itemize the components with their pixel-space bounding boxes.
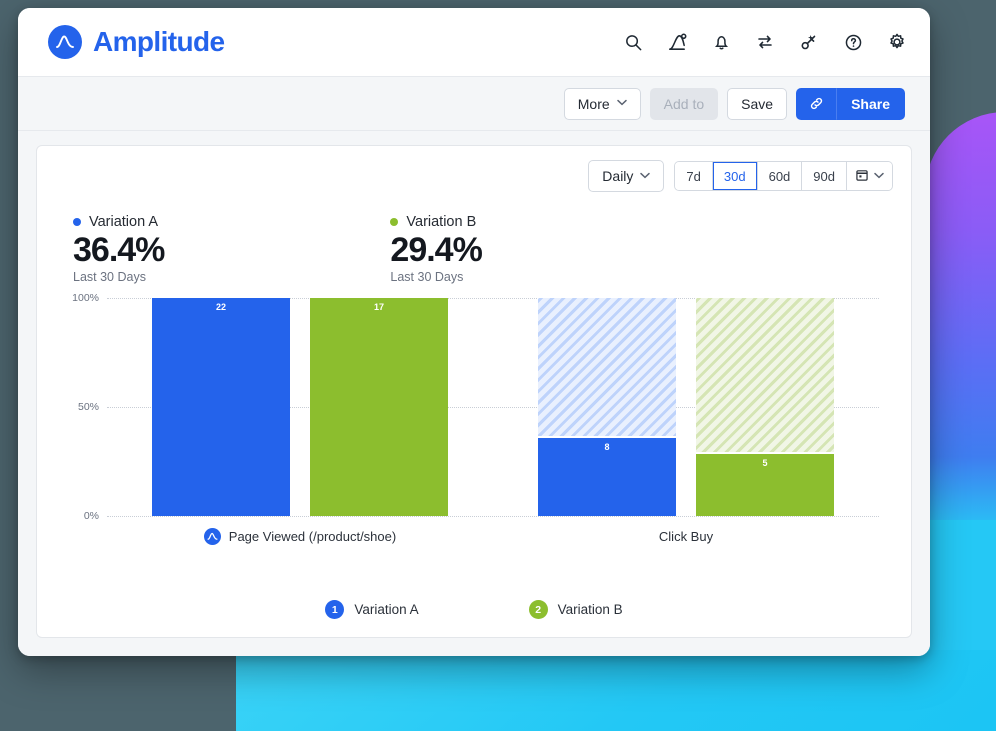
gridline-0 xyxy=(107,515,879,517)
variation-a-value: 36.4% xyxy=(73,231,165,269)
range-60d[interactable]: 60d xyxy=(757,162,803,190)
chart-legend: 1 Variation A 2 Variation B xyxy=(55,600,893,627)
bar-label-b-page-viewed: 17 xyxy=(373,301,384,312)
variation-a-name: Variation A xyxy=(89,214,159,230)
add-to-button[interactable]: Add to xyxy=(649,87,719,120)
range-7d[interactable]: 7d xyxy=(675,162,713,190)
analytics-chart-icon[interactable] xyxy=(666,31,688,53)
decorative-gradient-pill xyxy=(925,112,996,532)
search-icon[interactable] xyxy=(622,31,644,53)
brand-logo[interactable]: Amplitude xyxy=(48,25,225,59)
bar-label-a-page-viewed: 22 xyxy=(215,301,226,312)
interval-dropdown-label: Daily xyxy=(602,168,634,184)
decorative-cyan-shape xyxy=(236,650,996,731)
swap-arrows-icon[interactable] xyxy=(754,31,776,53)
link-chain-icon[interactable] xyxy=(796,87,837,120)
stat-variation-a: Variation A 36.4% Last 30 Days xyxy=(73,214,165,284)
x-label-click-buy: Click Buy xyxy=(493,528,879,545)
bar-col-a-page-viewed: 22 xyxy=(152,297,290,516)
bar-label-a-click-buy: 8 xyxy=(604,442,610,453)
legend-badge-2: 2 xyxy=(528,600,548,619)
brand-name: Amplitude xyxy=(93,26,225,57)
share-button-label: Share xyxy=(851,95,890,112)
save-button-label: Save xyxy=(741,95,774,112)
share-button[interactable]: Share xyxy=(836,87,905,120)
nav-icon-group xyxy=(622,31,908,53)
range-90d[interactable]: 90d xyxy=(802,162,847,190)
ytick-0: 0% xyxy=(83,509,99,522)
save-button[interactable]: Save xyxy=(727,87,788,120)
amplitude-logo-icon xyxy=(48,25,82,59)
bar-group-click-buy: 8 5 xyxy=(493,297,879,516)
range-30d[interactable]: 30d xyxy=(712,162,758,190)
action-toolbar: More Add to Save Share xyxy=(18,76,930,131)
variation-a-color-dot xyxy=(73,218,81,226)
ytick-50: 50% xyxy=(77,400,99,413)
bar-label-b-click-buy: 5 xyxy=(762,457,768,468)
variation-a-period: Last 30 Days xyxy=(73,269,146,284)
bar-group-page-viewed: 22 17 xyxy=(107,297,493,516)
variation-b-period: Last 30 Days xyxy=(390,269,464,284)
variation-b-color-dot xyxy=(390,218,399,226)
bar-a-page-viewed[interactable]: 22 xyxy=(152,297,290,516)
legend-item-variation-a[interactable]: 1 Variation A xyxy=(325,600,419,619)
ytick-100: 100% xyxy=(72,291,99,304)
stat-b-header: Variation B xyxy=(390,214,481,230)
bar-col-a-click-buy: 8 xyxy=(538,297,676,516)
stat-a-header: Variation A xyxy=(73,214,164,230)
app-window: Amplitude More Add to Save Share Daily 7… xyxy=(18,8,930,656)
calendar-picker-button[interactable] xyxy=(847,162,892,190)
variation-b-value: 29.4% xyxy=(390,231,482,269)
share-split-button: Share xyxy=(796,87,905,120)
more-button-label: More xyxy=(577,95,610,112)
bar-col-b-page-viewed: 17 xyxy=(310,297,448,516)
bar-b-page-viewed[interactable]: 17 xyxy=(310,297,448,516)
stat-variation-b: Variation B 29.4% Last 30 Days xyxy=(390,214,483,284)
legend-label-variation-b: Variation B xyxy=(557,602,623,617)
gear-settings-icon[interactable] xyxy=(886,31,908,53)
x-label-page-viewed-text: Page Viewed (/product/shoe) xyxy=(228,528,397,544)
chart-card: Daily 7d 30d 60d 90d Variation A 36.4% L… xyxy=(36,145,912,638)
bar-b-click-buy[interactable]: 5 xyxy=(696,451,834,516)
x-axis-labels: Page Viewed (/product/shoe) Click Buy xyxy=(55,527,893,545)
bar-a-click-buy[interactable]: 8 xyxy=(538,436,676,516)
chevron-down-icon xyxy=(874,171,884,182)
bar-col-b-click-buy: 5 xyxy=(696,297,834,516)
date-range-segmented-control: 7d 30d 60d 90d xyxy=(674,161,893,191)
legend-item-variation-b[interactable]: 2 Variation B xyxy=(528,600,623,619)
magic-key-icon[interactable] xyxy=(798,31,820,53)
variation-b-name: Variation B xyxy=(406,214,477,230)
legend-label-variation-a: Variation A xyxy=(354,602,419,617)
plot-area: 22 17 8 5 xyxy=(107,297,879,516)
chart-controls: Daily 7d 30d 60d 90d xyxy=(55,160,893,192)
variation-summary-stats: Variation A 36.4% Last 30 Days Variation… xyxy=(55,214,893,284)
bar-chart: 100% 50% 0% 22 17 8 5 xyxy=(55,292,893,522)
x-label-click-buy-text: Click Buy xyxy=(658,528,714,544)
help-circle-icon[interactable] xyxy=(842,31,864,53)
bell-notification-icon[interactable] xyxy=(710,31,732,53)
x-label-page-viewed: Page Viewed (/product/shoe) xyxy=(107,527,493,545)
more-button[interactable]: More xyxy=(563,87,641,120)
chevron-down-icon xyxy=(640,171,651,182)
chevron-down-icon xyxy=(616,98,627,109)
add-to-button-label: Add to xyxy=(663,95,705,112)
top-navigation-bar: Amplitude xyxy=(18,8,930,76)
legend-badge-1: 1 xyxy=(325,600,345,619)
interval-dropdown[interactable]: Daily xyxy=(588,160,665,192)
page-body: Daily 7d 30d 60d 90d Variation A 36.4% L… xyxy=(18,131,930,656)
amplitude-event-icon xyxy=(203,527,221,545)
calendar-icon xyxy=(855,168,869,185)
